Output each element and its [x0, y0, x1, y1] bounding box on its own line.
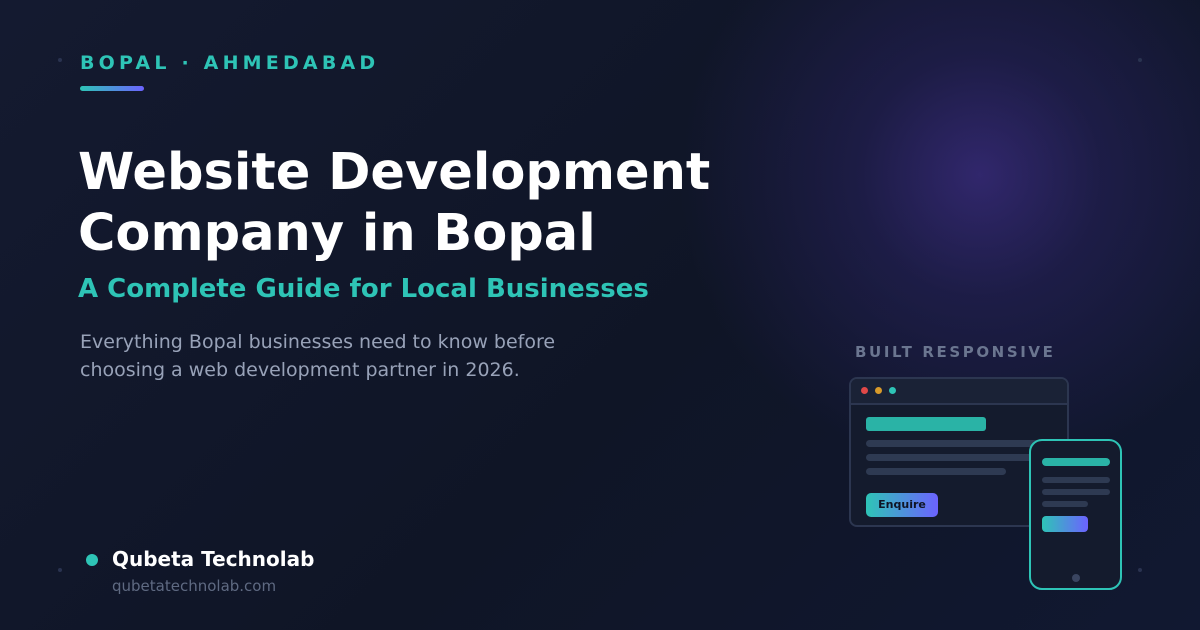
brand-name: Qubeta Technolab: [112, 547, 315, 571]
home-button-icon: [1072, 574, 1080, 582]
browser-text-line: [866, 468, 1006, 475]
phone-mockup: [1029, 439, 1122, 590]
title-line-2: Company in Bopal: [78, 204, 596, 263]
brand-dot-icon: [86, 554, 98, 566]
corner-dot: [58, 58, 62, 62]
title-line-1: Website Development: [78, 143, 711, 202]
phone-text-line: [1042, 501, 1088, 507]
phone-button: [1042, 516, 1088, 532]
corner-dot: [58, 568, 62, 572]
browser-text-line: [866, 440, 1056, 447]
page-subtitle: A Complete Guide for Local Businesses: [78, 274, 649, 304]
description: Everything Bopal businesses need to know…: [80, 328, 640, 384]
phone-text-line: [1042, 489, 1110, 495]
maximize-dot-icon: [889, 387, 896, 394]
location-label: BOPAL · AHMEDABAD: [80, 52, 380, 74]
description-line-2: choosing a web development partner in 20…: [80, 359, 520, 381]
browser-titlebar: [851, 379, 1067, 405]
close-dot-icon: [861, 387, 868, 394]
phone-heading-bar: [1042, 458, 1110, 466]
corner-dot: [1138, 568, 1142, 572]
page-title: Website Development Company in Bopal: [78, 142, 778, 264]
browser-heading-bar: [866, 417, 986, 431]
corner-dot: [1138, 58, 1142, 62]
illustration-heading: BUILT RESPONSIVE: [855, 343, 1056, 361]
description-line-1: Everything Bopal businesses need to know…: [80, 331, 556, 353]
phone-text-line: [1042, 477, 1110, 483]
location-underline: [80, 86, 144, 91]
brand-url: qubetatechnolab.com: [112, 577, 277, 595]
minimize-dot-icon: [875, 387, 882, 394]
background: [0, 0, 1200, 630]
enquire-button: Enquire: [866, 493, 938, 517]
browser-text-line: [866, 454, 1041, 461]
